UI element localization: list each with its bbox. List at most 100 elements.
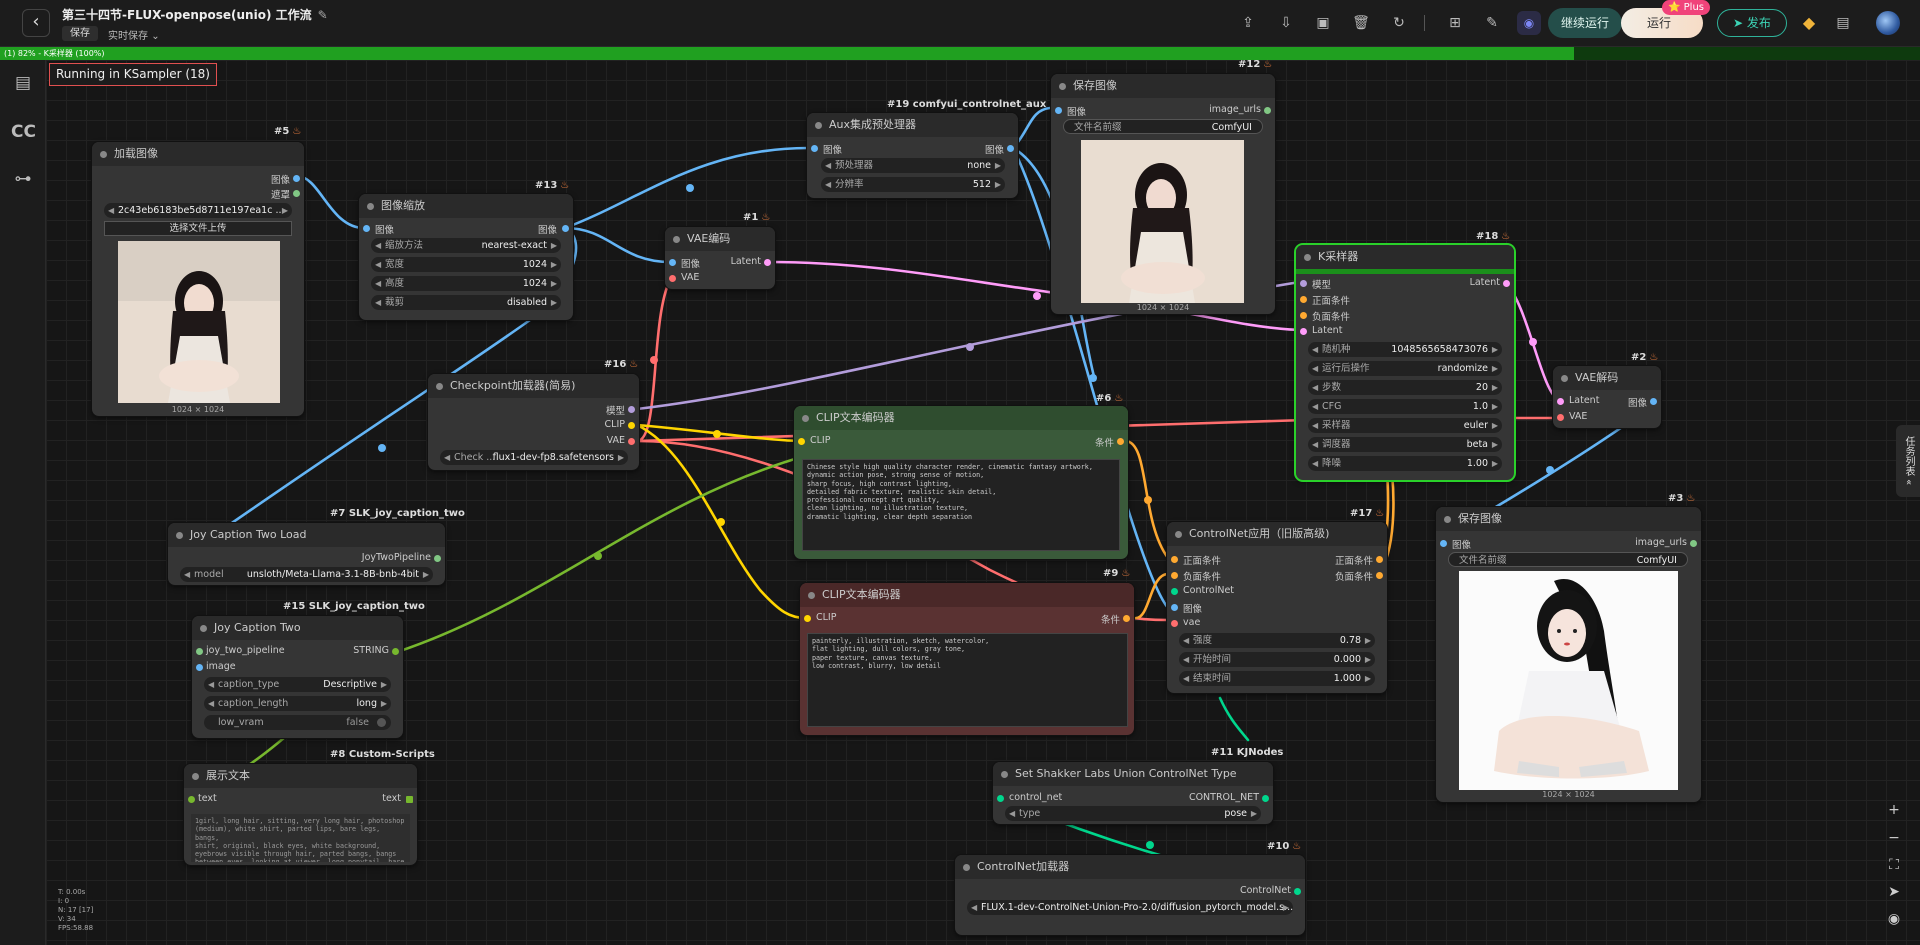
input-slot-model[interactable] [1300, 280, 1307, 287]
widget-caption-length[interactable]: ◀ caption_length long ▶ [204, 696, 391, 711]
widget-scale-method[interactable]: ◀ 缩放方法 nearest-exact ▶ [371, 238, 561, 253]
input-slot-clip[interactable] [804, 615, 811, 622]
node-clip-negative[interactable]: CLIP文本编码器 CLIP 条件 painterly, illustratio… [800, 583, 1134, 735]
widget-caption-type[interactable]: ◀ caption_type Descriptive ▶ [204, 677, 391, 692]
node-joy-caption-two[interactable]: Joy Caption Two joy_two_pipeline image S… [192, 616, 403, 738]
widget-width[interactable]: ◀ 宽度 1024 ▶ [371, 257, 561, 272]
input-slot-positive[interactable] [1300, 296, 1307, 303]
widget-cfg[interactable]: ◀ CFG 1.0 ▶ [1308, 399, 1502, 414]
widget-denoise[interactable]: ◀ 降噪 1.00 ▶ [1308, 456, 1502, 471]
input-slot-pipeline[interactable] [196, 648, 203, 655]
download-icon[interactable]: ⇩ [1276, 13, 1296, 33]
output-slot-vae[interactable] [628, 438, 635, 445]
input-slot-image[interactable] [1440, 540, 1447, 547]
avatar[interactable] [1876, 11, 1900, 35]
input-slot-latent[interactable] [1557, 398, 1564, 405]
node-image-scale[interactable]: 图像缩放 图像 图像 ◀ 缩放方法 nearest-exact ▶ ◀ 宽度 1024 ▶ … [359, 194, 573, 320]
output-slot-image[interactable] [293, 175, 300, 182]
refresh-icon[interactable]: ↻ [1389, 13, 1409, 33]
input-slot-vae[interactable] [1171, 620, 1178, 627]
prompt-textarea[interactable]: Chinese style high quality character ren… [802, 459, 1120, 551]
upload-icon[interactable]: ⇪ [1238, 13, 1258, 33]
output-slot-positive[interactable] [1376, 556, 1383, 563]
image-file-select[interactable]: ◀ 2c43eb6183be5d8711e197ea1c ... ▶ [104, 203, 292, 218]
pointer-icon[interactable]: ➤ [1882, 880, 1906, 904]
output-slot-latent[interactable] [764, 259, 771, 266]
eye-icon[interactable]: ◉ [1882, 907, 1906, 931]
widget-type[interactable]: ◀ type pose ▶ [1005, 806, 1261, 821]
input-slot-negative[interactable] [1171, 572, 1178, 579]
output-slot-clip[interactable] [628, 422, 635, 429]
input-slot-image[interactable] [1171, 604, 1178, 611]
output-slot-conditioning[interactable] [1123, 615, 1130, 622]
filename-prefix-field[interactable]: 文件名前缀 ComfyUI [1448, 552, 1688, 567]
input-slot-vae[interactable] [669, 275, 676, 282]
widget-low-vram[interactable]: low_vram false [204, 715, 391, 730]
history-icon[interactable]: ▣ [1313, 13, 1333, 33]
edit-box-icon[interactable]: ✎ [1482, 13, 1502, 33]
widget-height[interactable]: ◀ 高度 1024 ▶ [371, 276, 561, 291]
node-load-image[interactable]: 加载图像 图像 遮罩 ◀ 2c43eb6183be5d8711e197ea1c .… [92, 142, 304, 416]
filename-prefix-field[interactable]: 文件名前缀 ComfyUI [1063, 119, 1263, 134]
input-slot-controlnet[interactable] [1171, 588, 1178, 595]
input-slot-image[interactable] [669, 259, 676, 266]
widget-seed[interactable]: ◀ 随机种 1048565658473076 ▶ [1308, 342, 1502, 357]
input-slot-vae[interactable] [1557, 414, 1564, 421]
widget-model[interactable]: ◀ model unsloth/Meta-Llama-3.1-8B-bnb-4bit… [180, 567, 433, 582]
node-checkpoint-loader[interactable]: Checkpoint加载器(简易) 模型 CLIP VAE ◀ Check ...… [428, 374, 639, 470]
node-ksampler[interactable]: K采样器 模型 正面条件 负面条件 Latent Latent ◀ 随机种 1048… [1296, 245, 1514, 480]
input-slot-latent[interactable] [1300, 328, 1307, 335]
output-slot-image[interactable] [562, 225, 569, 232]
publish-button[interactable]: ➤ 发布 [1717, 9, 1787, 37]
widget-end-percent[interactable]: ◀ 结束时间 1.000 ▶ [1179, 671, 1375, 686]
output-slot-urls[interactable] [1690, 540, 1697, 547]
output-slot-mask[interactable] [293, 190, 300, 197]
node-aux-preprocessor[interactable]: Aux集成预处理器 图像 图像 ◀ 预处理器 none ▶ ◀ 分辨率 512 ▶ [807, 113, 1018, 198]
task-list-tab[interactable]: 任务列表 « [1896, 425, 1920, 497]
output-slot-negative[interactable] [1376, 572, 1383, 579]
widget-control-after[interactable]: ◀ 运行后操作 randomize ▶ [1308, 361, 1502, 376]
save-button[interactable]: 保存 [62, 26, 98, 41]
node-vae-encode[interactable]: VAE编码 图像 VAE Latent [665, 227, 775, 289]
output-slot-latent[interactable] [1503, 280, 1510, 287]
edit-icon[interactable]: ✎ [318, 8, 328, 22]
node-joy-caption-load[interactable]: Joy Caption Two Load JoyTwoPipeline ◀ mod… [168, 523, 445, 585]
trash-icon[interactable]: 🗑 [1351, 13, 1371, 33]
workflow-title[interactable]: 第三十四节-FLUX-openpose(unio) 工作流 ✎ [62, 6, 328, 23]
node-save-image-3[interactable]: 保存图像 图像 image_urls 文件名前缀 ComfyUI 1024 × 1… [1436, 507, 1701, 802]
discord-icon[interactable]: ◉ [1517, 11, 1541, 35]
output-slot-model[interactable] [628, 406, 635, 413]
node-set-controlnet-type[interactable]: Set Shakker Labs Union ControlNet Type c… [993, 762, 1273, 824]
node-vae-decode[interactable]: VAE解码 Latent VAE 图像 [1553, 366, 1661, 428]
output-slot-text[interactable] [406, 796, 413, 803]
input-slot-image[interactable] [811, 145, 818, 152]
widget-scheduler[interactable]: ◀ 调度器 beta ▶ [1308, 437, 1502, 452]
node-clip-positive[interactable]: CLIP文本编码器 CLIP 条件 Chinese style high qua… [794, 406, 1128, 559]
zoom-out-icon[interactable]: − [1882, 826, 1906, 850]
input-slot-image[interactable] [363, 225, 370, 232]
output-slot-string[interactable] [392, 648, 399, 655]
output-slot-conditioning[interactable] [1117, 438, 1124, 445]
input-slot-negative[interactable] [1300, 312, 1307, 319]
input-slot-image[interactable] [196, 664, 203, 671]
document-icon[interactable]: ▤ [11, 71, 35, 95]
widget-crop[interactable]: ◀ 裁剪 disabled ▶ [371, 295, 561, 310]
hierarchy-icon[interactable]: ⊶ [11, 167, 35, 191]
output-slot-image[interactable] [1007, 145, 1014, 152]
input-slot-positive[interactable] [1171, 556, 1178, 563]
input-slot-text[interactable] [188, 796, 195, 803]
fit-view-icon[interactable]: ⛶ [1882, 853, 1906, 877]
node-save-image-12[interactable]: 保存图像 图像 image_urls 文件名前缀 ComfyUI 1024 × 1… [1051, 74, 1275, 314]
widget-resolution[interactable]: ◀ 分辨率 512 ▶ [821, 177, 1005, 192]
widget-steps[interactable]: ◀ 步数 20 ▶ [1308, 380, 1502, 395]
autosave-toggle[interactable]: 实时保存 ⌄ [108, 27, 160, 42]
output-slot-image[interactable] [1650, 398, 1657, 405]
grid-icon[interactable]: ⊞ [1445, 13, 1465, 33]
output-slot-urls[interactable] [1264, 107, 1271, 114]
input-slot-controlnet[interactable] [997, 795, 1004, 802]
output-slot-controlnet[interactable] [1294, 888, 1301, 895]
back-button[interactable]: ‹ [22, 9, 50, 37]
upload-button[interactable]: 选择文件上传 [104, 221, 292, 236]
widget-ckpt-name[interactable]: ◀ Check ... flux1-dev-fp8.safetensors ▶ [440, 450, 628, 465]
cc-logo-icon[interactable]: CC [11, 120, 36, 144]
